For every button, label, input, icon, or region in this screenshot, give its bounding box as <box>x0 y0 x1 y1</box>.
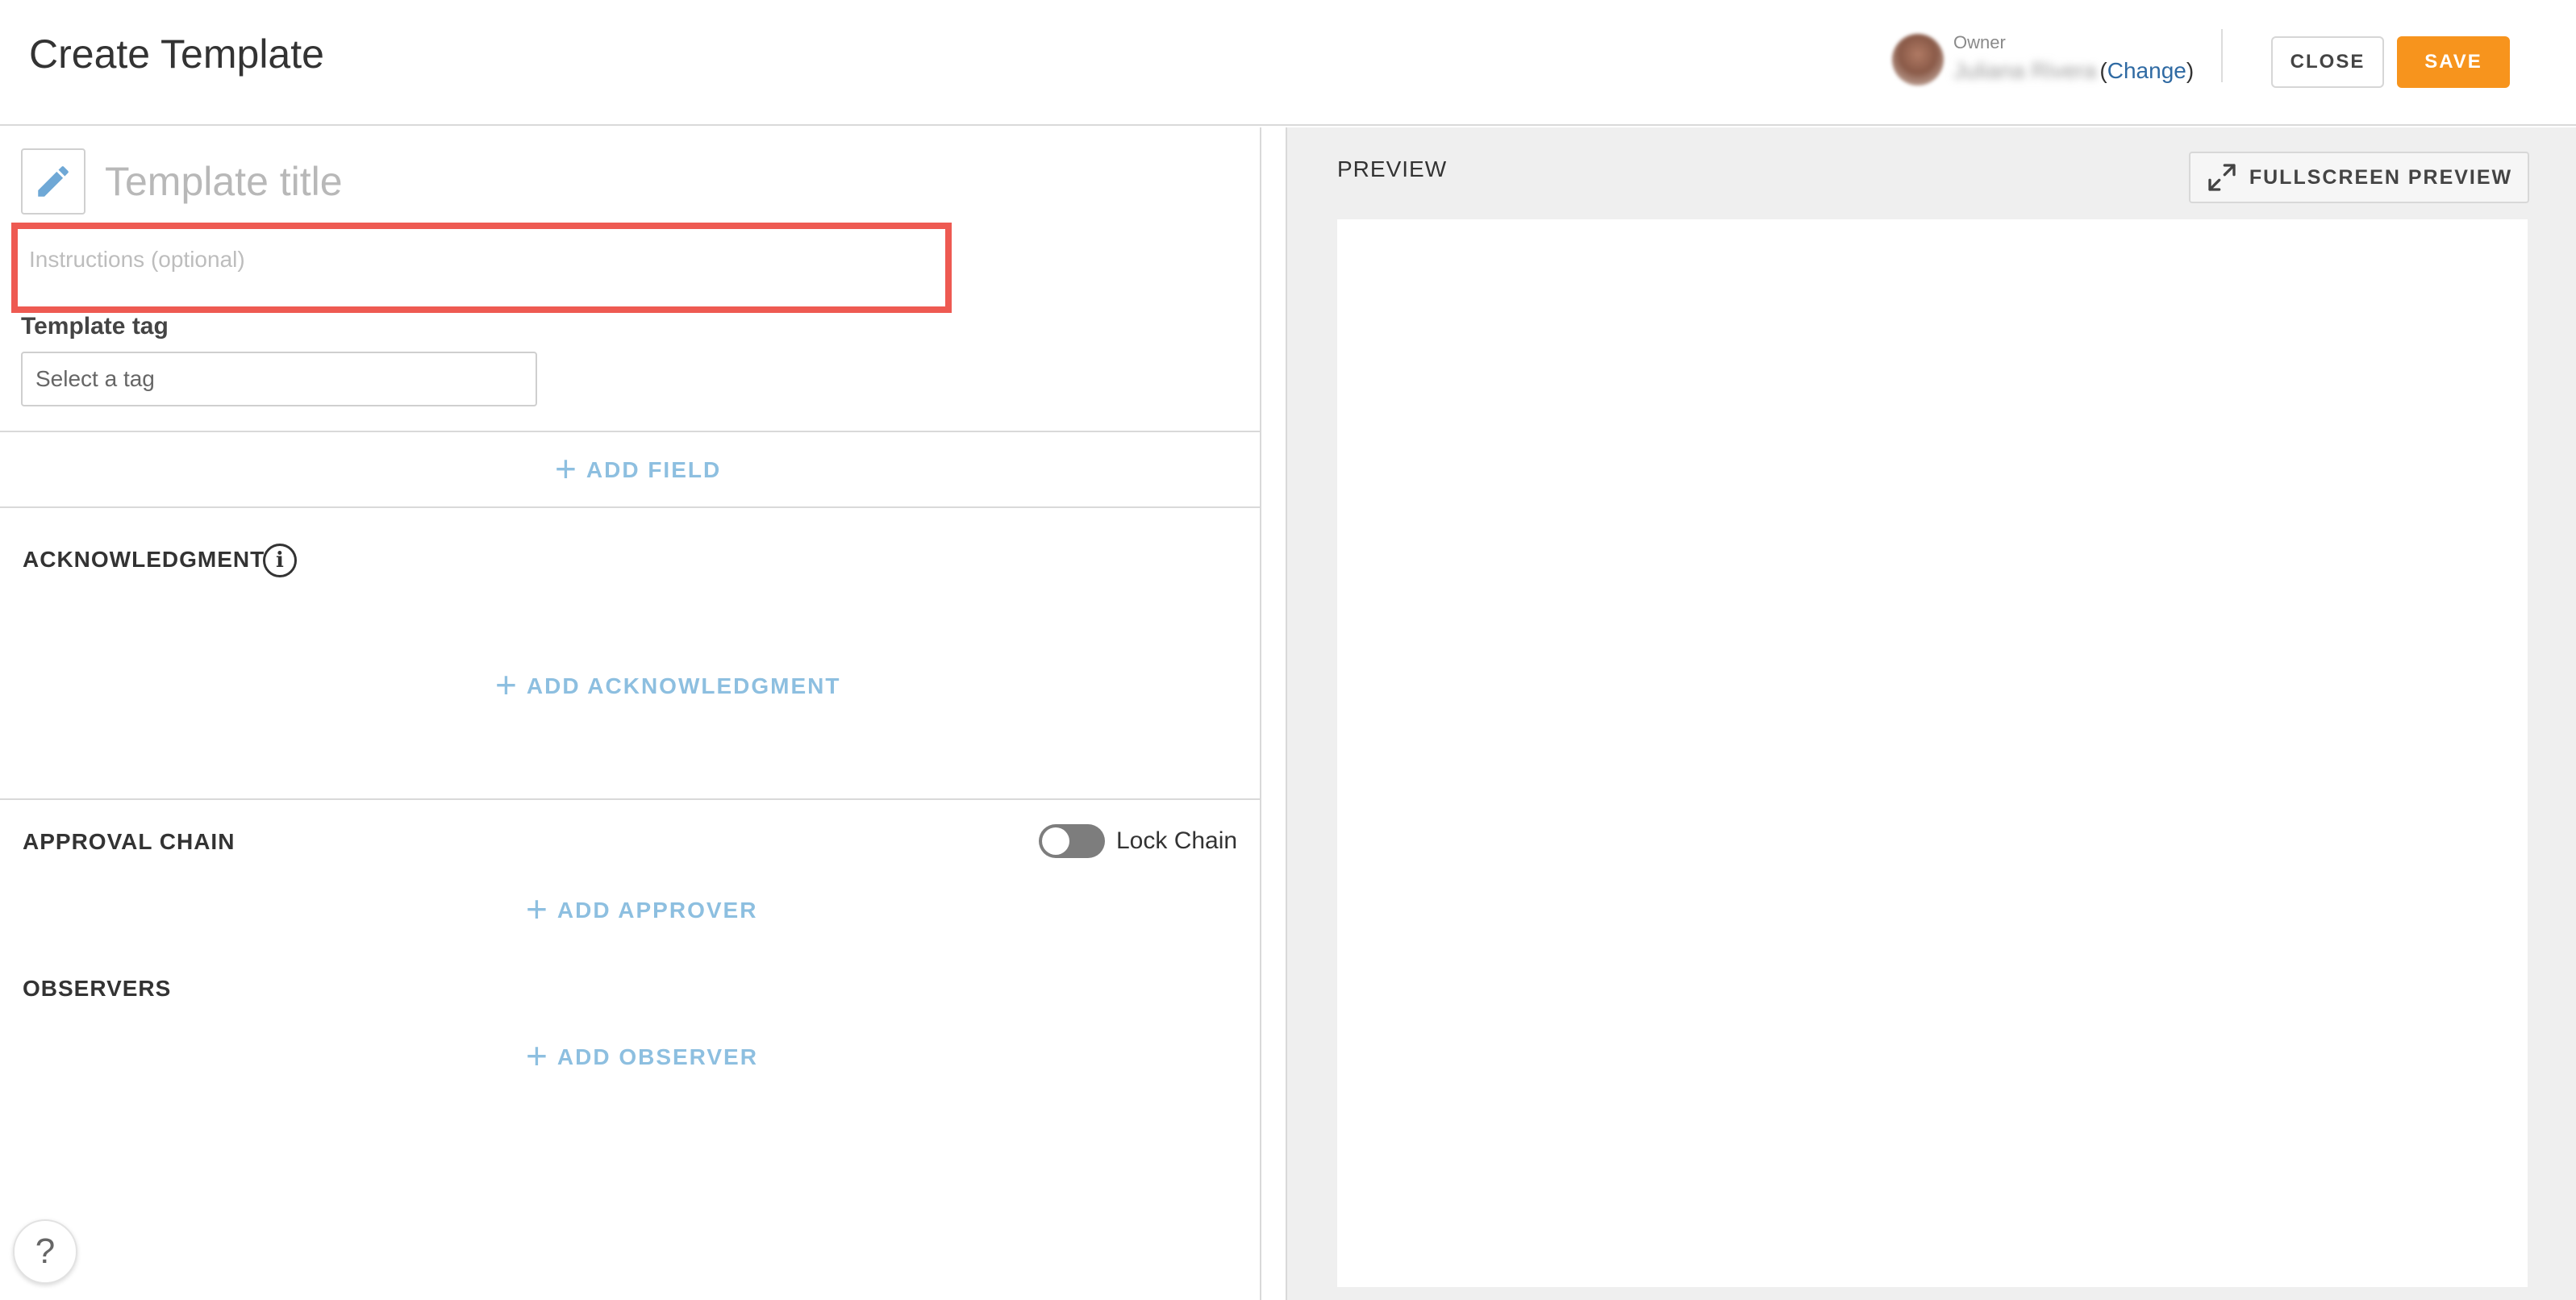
add-field-button[interactable]: + ADD FIELD <box>555 448 722 490</box>
owner-label: Owner <box>1953 32 2006 52</box>
plus-icon: + <box>555 448 578 490</box>
lock-chain-label: Lock Chain <box>1116 827 1238 854</box>
header-bar: Create Template Owner Juliana Rivera (Cha… <box>0 0 2576 126</box>
change-owner-link[interactable]: Change <box>2107 58 2186 83</box>
add-approver-label: ADD APPROVER <box>556 898 758 923</box>
lock-chain-toggle[interactable] <box>1039 824 1105 858</box>
add-approver-button[interactable]: + ADD APPROVER <box>526 890 758 927</box>
preview-panel: PREVIEW FULLSCREEN PREVIEW <box>1286 127 2576 1300</box>
template-tag-select[interactable]: Select a tag <box>21 352 537 406</box>
preview-label: PREVIEW <box>1337 156 1448 181</box>
tag-select-placeholder: Select a tag <box>35 366 155 391</box>
instructions-highlight <box>11 223 952 313</box>
add-acknowledgment-label: ADD ACKNOWLEDGMENT <box>526 673 841 698</box>
observers-title: OBSERVERS <box>23 976 172 1001</box>
close-button[interactable]: CLOSE <box>2271 36 2384 88</box>
owner-name-row: Juliana Rivera (Change) <box>1953 58 2194 84</box>
divider <box>0 798 1261 800</box>
fullscreen-preview-button[interactable]: FULLSCREEN PREVIEW <box>2189 152 2529 203</box>
header-divider <box>2221 29 2223 82</box>
plus-icon: + <box>526 1035 549 1077</box>
toggle-knob <box>1042 827 1069 855</box>
change-open-paren: ( <box>2099 58 2107 83</box>
preview-canvas <box>1337 219 2528 1287</box>
add-observer-label: ADD OBSERVER <box>556 1044 758 1069</box>
plus-icon: + <box>526 888 549 930</box>
owner-name: Juliana Rivera <box>1953 58 2097 83</box>
acknowledgment-title: ACKNOWLEDGMENT <box>23 547 265 572</box>
add-observer-button[interactable]: + ADD OBSERVER <box>526 1035 758 1077</box>
instructions-input[interactable] <box>29 239 916 281</box>
plus-icon: + <box>495 664 519 706</box>
info-icon[interactable]: i <box>263 544 297 577</box>
page-title: Create Template <box>29 31 324 77</box>
template-title-input[interactable] <box>105 153 911 210</box>
template-tag-label: Template tag <box>21 313 169 340</box>
fullscreen-preview-label: FULLSCREEN PREVIEW <box>2249 165 2513 189</box>
add-field-label: ADD FIELD <box>586 457 722 482</box>
add-acknowledgment-button[interactable]: + ADD ACKNOWLEDGMENT <box>495 664 841 706</box>
avatar <box>1892 34 1944 85</box>
divider <box>0 506 1261 508</box>
save-button[interactable]: SAVE <box>2397 36 2510 88</box>
change-close-paren: ) <box>2186 58 2195 83</box>
help-icon[interactable]: ? <box>13 1219 77 1284</box>
expand-icon <box>2208 164 2236 191</box>
pencil-icon[interactable] <box>21 148 85 215</box>
divider <box>0 431 1261 432</box>
approval-chain-title: APPROVAL CHAIN <box>23 829 236 854</box>
template-editor-panel: Template tag Select a tag + ADD FIELD AC… <box>0 127 1261 1300</box>
